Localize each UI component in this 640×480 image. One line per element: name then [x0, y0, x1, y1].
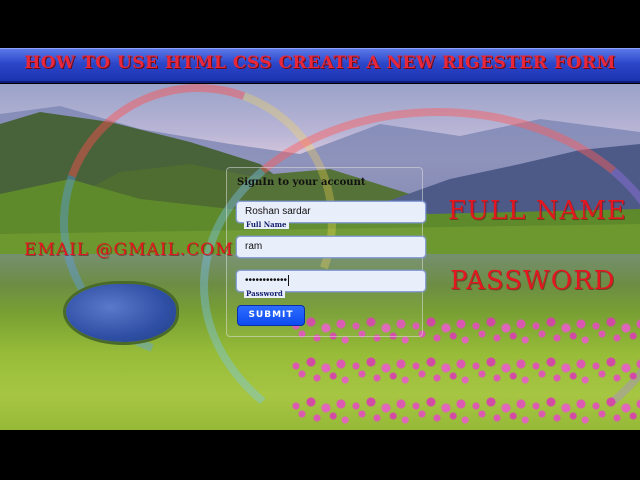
submit-button[interactable]: SUBMIT — [237, 305, 305, 326]
overlay-email: EMAIL @GMAIL.COM — [24, 240, 234, 260]
text-caret — [288, 274, 290, 286]
overlay-full-name: FULL NAME — [448, 196, 627, 226]
full-name-value: Roshan sardar — [245, 206, 311, 217]
pond — [66, 284, 176, 342]
email-input[interactable]: ram — [236, 236, 426, 258]
form-heading: SignIn to your account — [237, 177, 366, 188]
banner-title: HOW TO USE HTML CSS CREATE A NEW RIGESTE… — [24, 53, 616, 73]
title-banner: HOW TO USE HTML CSS CREATE A NEW RIGESTE… — [0, 48, 640, 83]
password-label: Password — [244, 289, 285, 298]
overlay-password: PASSWORD — [450, 266, 616, 296]
video-frame: HOW TO USE HTML CSS CREATE A NEW RIGESTE… — [0, 0, 640, 480]
email-value: ram — [245, 241, 263, 252]
full-name-label: Full Name — [244, 220, 289, 229]
password-value: •••••••••••• — [245, 275, 288, 286]
